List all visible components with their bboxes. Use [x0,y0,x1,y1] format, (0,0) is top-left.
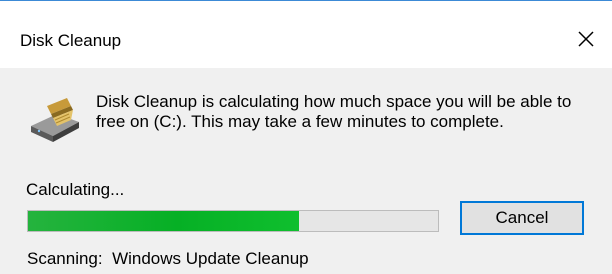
window-title: Disk Cleanup [20,31,122,50]
progress-bar [27,210,439,232]
progress-fill [28,211,299,231]
dialog-body: Disk Cleanup is calculating how much spa… [0,68,612,274]
cancel-button[interactable]: Cancel [460,201,584,235]
title-bar: Disk Cleanup [0,1,612,68]
scanning-item: Windows Update Cleanup [112,249,309,268]
disk-cleanup-icon [27,96,83,144]
disk-cleanup-dialog: Disk Cleanup Disk Cleanup is calculating… [0,0,612,274]
status-label: Calculating... [26,180,125,199]
calculation-message: Disk Cleanup is calculating how much spa… [96,92,572,131]
close-icon[interactable] [572,25,600,53]
scanning-prefix: Scanning: [27,249,103,268]
scanning-status: Scanning: Windows Update Cleanup [27,249,309,269]
